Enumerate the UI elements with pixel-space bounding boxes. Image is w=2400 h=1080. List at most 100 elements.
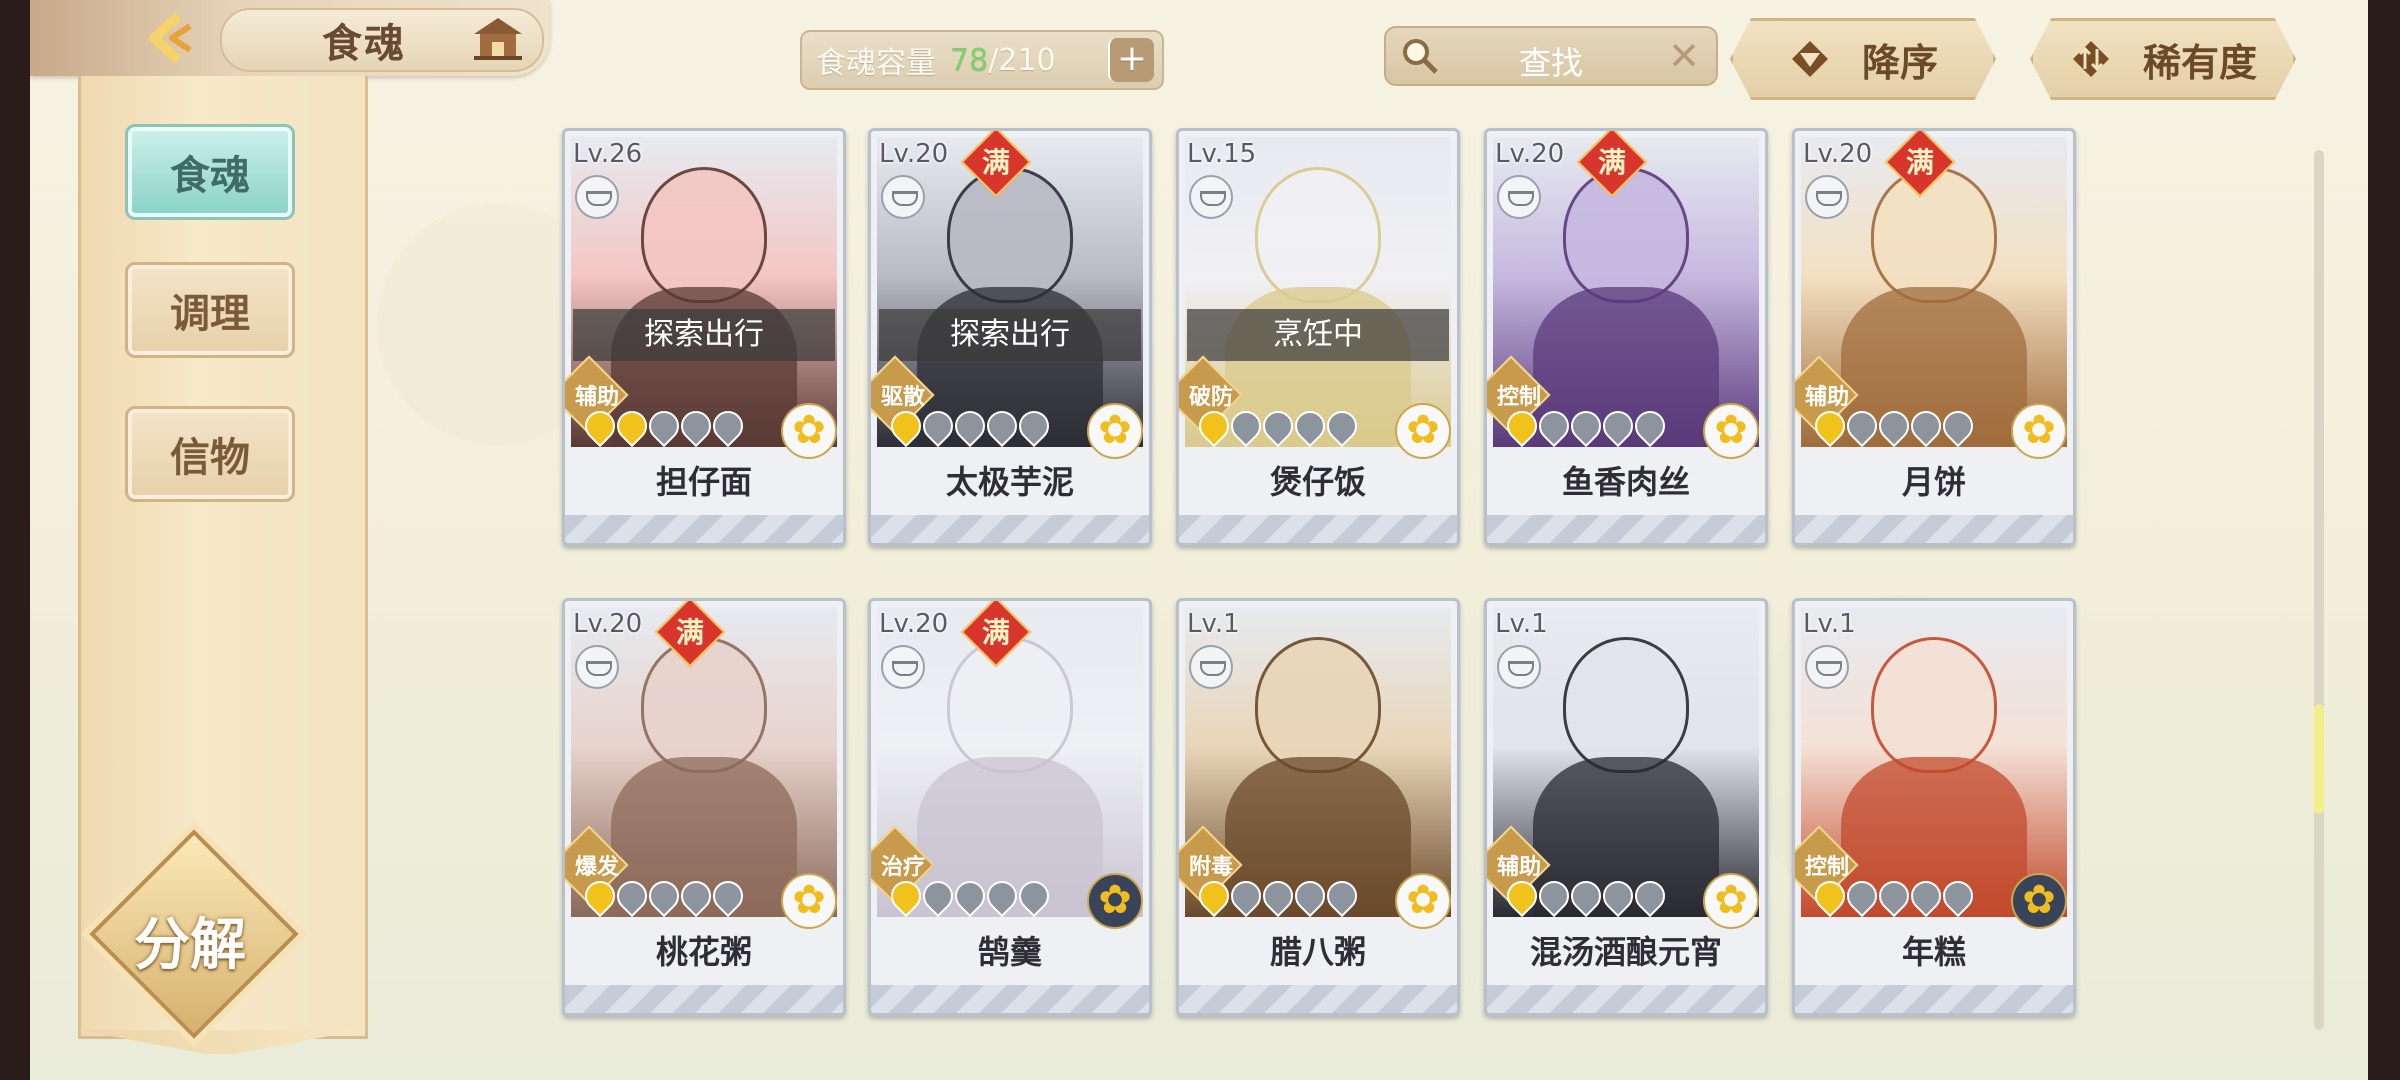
- sort-by-label: 稀有度: [2142, 40, 2257, 85]
- add-capacity-button[interactable]: +: [1108, 38, 1154, 82]
- role-label: 驱散: [880, 385, 925, 410]
- bowl-icon: [1497, 645, 1541, 689]
- level-label: Lv.15: [1187, 139, 1257, 169]
- role-label: 爆发: [574, 855, 619, 880]
- clear-search-icon[interactable]: ✕: [1668, 34, 1700, 78]
- flame-star-icon: [610, 404, 654, 448]
- card-footer: [565, 985, 843, 1013]
- star-rating: [578, 404, 750, 448]
- flower-icon: [1087, 873, 1143, 929]
- flame-star-icon: [1192, 874, 1236, 918]
- sidebar-item-food-soul[interactable]: 食魂: [125, 124, 295, 220]
- food-soul-card[interactable]: Lv.20 满 治疗 鹄羹: [868, 598, 1152, 1016]
- flame-star-icon: [1288, 874, 1332, 918]
- flame-star-icon: [578, 874, 622, 918]
- sort-order-button[interactable]: 降序: [1730, 18, 1996, 100]
- bowl-icon: [1805, 645, 1849, 689]
- flower-icon: [1087, 403, 1143, 459]
- card-footer: [1179, 515, 1457, 543]
- food-soul-card[interactable]: Lv.15 烹饪中 破防 煲仔饭: [1176, 128, 1460, 546]
- star-rating: [1808, 874, 1980, 918]
- food-soul-card[interactable]: Lv.20 满 控制 鱼香肉丝: [1484, 128, 1768, 546]
- scrollbar-thumb[interactable]: [2314, 704, 2324, 815]
- flame-star-icon: [1288, 404, 1332, 448]
- flame-star-icon: [948, 874, 992, 918]
- card-footer: [1179, 985, 1457, 1013]
- flame-star-icon: [1532, 874, 1576, 918]
- flame-star-icon: [1872, 874, 1916, 918]
- food-soul-card[interactable]: Lv.1 控制 年糕: [1792, 598, 2076, 1016]
- card-name: 桃花粥: [655, 933, 752, 971]
- flower-icon: [781, 403, 837, 459]
- flame-star-icon: [1500, 874, 1544, 918]
- role-label: 破防: [1188, 385, 1233, 410]
- card-name: 年糕: [1901, 933, 1966, 971]
- flame-star-icon: [610, 874, 654, 918]
- bowl-icon: [575, 645, 619, 689]
- flame-star-icon: [1224, 404, 1268, 448]
- bowl-icon: [881, 645, 925, 689]
- flame-star-icon: [980, 404, 1024, 448]
- star-rating: [1500, 874, 1672, 918]
- bowl-icon: [881, 175, 925, 219]
- flame-star-icon: [1564, 404, 1608, 448]
- flame-star-icon: [1596, 874, 1640, 918]
- role-label: 附毒: [1188, 855, 1233, 880]
- role-label: 辅助: [574, 385, 619, 410]
- bowl-icon: [1805, 175, 1849, 219]
- role-label: 辅助: [1496, 855, 1541, 880]
- star-rating: [1192, 874, 1364, 918]
- capacity-label: 食魂容量: [816, 46, 936, 81]
- decompose-label: 分解: [134, 913, 246, 978]
- flame-star-icon: [1808, 874, 1852, 918]
- level-label: Lv.1: [1187, 609, 1240, 639]
- card-name: 太极芋泥: [945, 463, 1074, 501]
- level-label: Lv.20: [879, 139, 949, 169]
- status-banner: 探索出行: [879, 309, 1141, 361]
- flame-star-icon: [578, 404, 622, 448]
- status-banner: 探索出行: [573, 309, 835, 361]
- search-input[interactable]: 查找 ✕: [1384, 26, 1718, 86]
- role-label: 控制: [1804, 855, 1849, 880]
- scrollbar[interactable]: [2314, 150, 2324, 1030]
- flame-star-icon: [1500, 404, 1544, 448]
- sort-by-button[interactable]: 稀有度: [2030, 18, 2296, 100]
- back-button[interactable]: [110, 10, 230, 66]
- food-soul-card[interactable]: Lv.1 附毒 腊八粥: [1176, 598, 1460, 1016]
- card-name: 腊八粥: [1269, 933, 1366, 971]
- card-name: 担仔面: [655, 463, 752, 501]
- flame-star-icon: [1224, 874, 1268, 918]
- page-title: 食魂: [322, 21, 406, 67]
- card-name: 鹄羹: [977, 933, 1042, 971]
- card-footer: [565, 515, 843, 543]
- flame-star-icon: [1840, 404, 1884, 448]
- star-rating: [1500, 404, 1672, 448]
- food-soul-screen: 食魂 食魂容量 78 / 210 + 查找 ✕ 降序 稀有度 食魂 调理 信物 …: [30, 0, 2368, 1080]
- bowl-icon: [575, 175, 619, 219]
- flame-star-icon: [1192, 404, 1236, 448]
- sidebar-item-tokens[interactable]: 信物: [125, 406, 295, 502]
- max-level-label: 满: [981, 616, 1010, 649]
- food-soul-card[interactable]: Lv.20 满 探索出行 驱散 太极芋泥: [868, 128, 1152, 546]
- food-soul-card[interactable]: Lv.20 满 辅助 月饼: [1792, 128, 2076, 546]
- sidebar-item-label: 食魂: [170, 153, 250, 199]
- flame-star-icon: [674, 404, 718, 448]
- card-name: 煲仔饭: [1269, 463, 1366, 501]
- flame-star-icon: [1628, 404, 1672, 448]
- screen-edge: [0, 0, 30, 1080]
- home-icon[interactable]: [470, 14, 526, 62]
- flame-star-icon: [948, 404, 992, 448]
- capacity-max: 210: [998, 42, 1056, 78]
- food-soul-card[interactable]: Lv.1 辅助 混汤酒酿元宵: [1484, 598, 1768, 1016]
- max-level-label: 满: [1597, 146, 1626, 179]
- level-label: Lv.20: [1803, 139, 1873, 169]
- sidebar-item-cooking[interactable]: 调理: [125, 262, 295, 358]
- flame-star-icon: [1936, 874, 1980, 918]
- flame-star-icon: [642, 404, 686, 448]
- food-soul-card[interactable]: Lv.26 探索出行 辅助 担仔面: [562, 128, 846, 546]
- flame-star-icon: [1628, 874, 1672, 918]
- flame-star-icon: [1564, 874, 1608, 918]
- bowl-icon: [1189, 175, 1233, 219]
- food-soul-card[interactable]: Lv.20 满 爆发 桃花粥: [562, 598, 846, 1016]
- bowl-icon: [1497, 175, 1541, 219]
